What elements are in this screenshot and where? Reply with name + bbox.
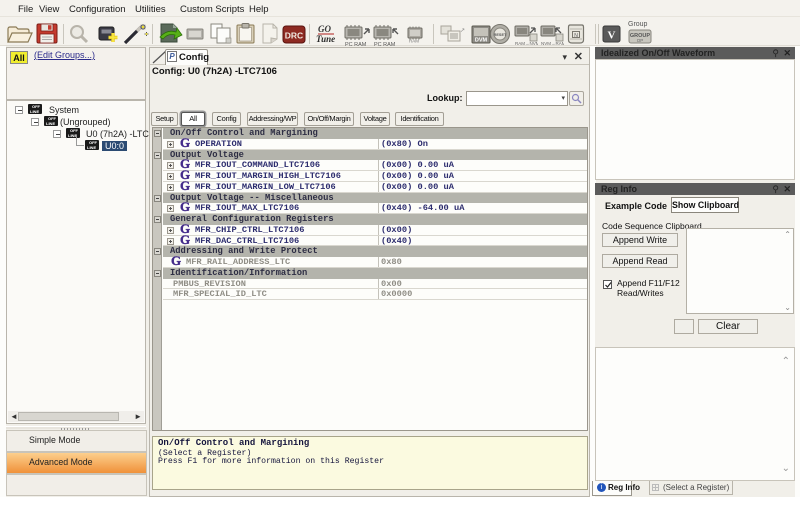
svg-text:RAM: RAM — [409, 39, 419, 44]
svg-text:GO: GO — [318, 24, 331, 34]
svg-text:N: N — [574, 33, 578, 39]
svg-text:RAM→NVM: RAM→NVM — [515, 41, 538, 46]
svg-text:↗: ↗ — [460, 28, 465, 34]
svg-text:OP: OP — [637, 38, 644, 43]
svg-text:RESET: RESET — [494, 33, 507, 37]
svg-text:V: V — [608, 30, 616, 42]
svg-text:DRC: DRC — [285, 31, 303, 41]
svg-text:NVM→RAM: NVM→RAM — [541, 41, 564, 46]
svg-text:Tune: Tune — [316, 34, 335, 44]
svg-text:DVM: DVM — [475, 38, 488, 44]
